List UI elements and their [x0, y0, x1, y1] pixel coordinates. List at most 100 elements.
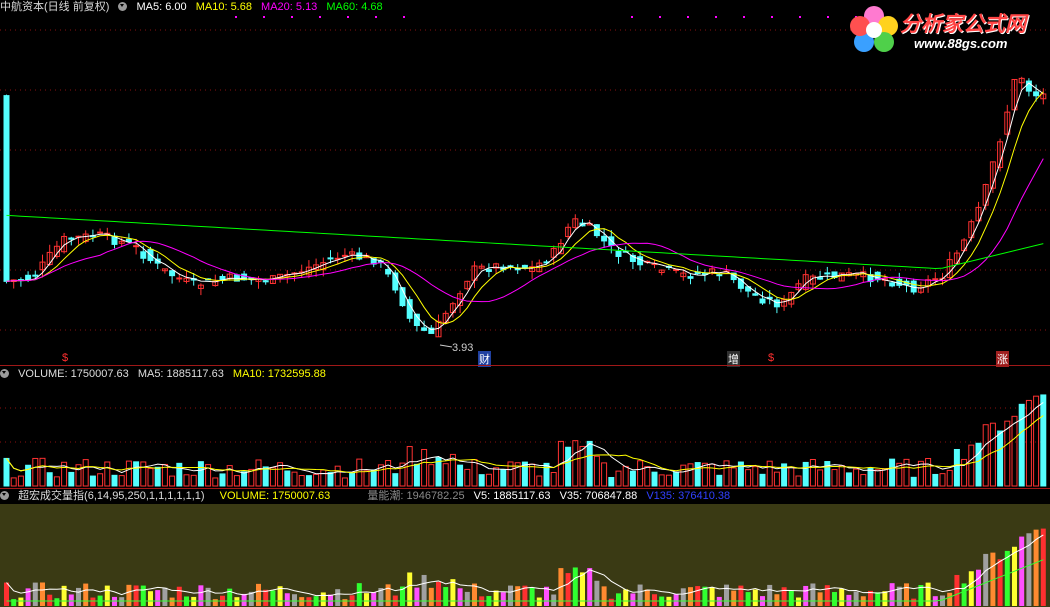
volume-bar: [838, 465, 845, 487]
volume-bar: [464, 468, 471, 487]
candle: [817, 277, 824, 280]
volume-bar: [997, 430, 1004, 487]
indicator-bar: [544, 586, 549, 606]
volume-bar: [1018, 403, 1025, 487]
volume-bar: [241, 471, 248, 487]
indicator-bar: [270, 590, 276, 606]
volume-bar: [989, 422, 996, 487]
indicator-bar: [169, 597, 175, 606]
indicator-bar: [133, 585, 139, 606]
volume-bar: [111, 474, 118, 487]
indicator-bar: [803, 585, 809, 606]
volume-bar: [701, 462, 708, 487]
volume-bar: [197, 461, 204, 487]
event-marker-1[interactable]: $: [62, 352, 68, 364]
candle: [140, 251, 147, 259]
logo-url[interactable]: www.88gs.com: [914, 36, 1007, 51]
indicator-bar: [904, 583, 909, 606]
candle: [889, 282, 896, 287]
indicator-bar: [292, 594, 297, 606]
candle: [169, 270, 176, 277]
volume-bar: [385, 460, 392, 487]
volume-bar: [889, 458, 896, 487]
indicator-bar: [443, 587, 449, 606]
volume-bar: [759, 473, 766, 487]
candle: [385, 268, 392, 275]
volume-bar: [860, 474, 867, 487]
volume-bar: [644, 466, 651, 487]
indicator-bar: [198, 585, 204, 606]
volume-bar: [953, 448, 960, 487]
candle: [262, 280, 269, 283]
volume-bar: [615, 470, 622, 487]
candle: [406, 299, 413, 319]
indicator-bar: [148, 591, 153, 606]
candle: [3, 95, 10, 282]
volume-bar: [269, 467, 276, 487]
volume-bar: [392, 473, 399, 487]
volume-bar: [39, 457, 46, 487]
volume-bar: [788, 466, 795, 487]
volume-bar: [53, 476, 60, 487]
indicator-bar: [637, 584, 643, 606]
candle: [1033, 91, 1040, 97]
volume-bar: [284, 470, 291, 487]
indicator-bar: [752, 589, 758, 606]
indicator-bar: [493, 590, 499, 606]
volume-bar: [413, 463, 420, 487]
indicator-bar: [688, 587, 693, 606]
indicator-bar: [1019, 536, 1025, 606]
volume-bar: [291, 471, 298, 487]
indicator-bar: [724, 584, 729, 606]
indicator-bar: [551, 594, 557, 606]
indicator-bar: [587, 568, 593, 606]
indicator-bar: [385, 584, 391, 606]
indicator-bar: [767, 584, 773, 606]
indicator-bar: [572, 567, 578, 606]
indicator-bar: [18, 597, 24, 606]
volume-bar: [550, 471, 557, 487]
volume-bar: [298, 475, 305, 487]
signal-dot: [743, 16, 745, 18]
indicator-bar: [882, 591, 888, 606]
indicator-chart[interactable]: [0, 489, 1050, 607]
volume-bar: [82, 459, 89, 487]
indicator-bar: [695, 586, 701, 606]
volume-bar: [831, 469, 838, 487]
volume-bar: [716, 474, 723, 487]
volume-bar: [629, 470, 636, 487]
volume-bar: [845, 472, 852, 487]
volume-bar: [932, 473, 939, 487]
event-marker-4[interactable]: $: [768, 352, 774, 364]
indicator-bar: [414, 587, 420, 606]
flower-logo-icon: [850, 6, 898, 52]
indicator-bar: [500, 592, 506, 606]
volume-bar: [89, 475, 96, 487]
volume-bar: [118, 475, 125, 487]
candle: [97, 231, 104, 234]
volume-bar: [363, 470, 370, 487]
indicator-bar: [997, 559, 1003, 606]
volume-bar: [421, 448, 428, 487]
signal-dot: [687, 16, 689, 18]
indicator-bar: [623, 589, 629, 606]
volume-bar: [637, 460, 644, 487]
indicator-bar: [299, 597, 305, 606]
volume-bar: [665, 474, 672, 487]
volume-bar: [349, 472, 356, 487]
volume-chart[interactable]: [0, 366, 1050, 488]
indicator-bar: [155, 590, 161, 606]
indicator-bar: [104, 585, 110, 606]
volume-bar: [46, 472, 53, 487]
volume-bar: [327, 472, 334, 487]
volume-bar: [212, 477, 219, 487]
volume-bar: [190, 474, 197, 487]
indicator-bar: [839, 588, 845, 606]
indicator-bar: [1004, 550, 1010, 606]
signal-dot: [291, 16, 293, 18]
volume-bar: [183, 474, 190, 487]
volume-bar: [723, 460, 730, 487]
volume-bar: [673, 471, 680, 487]
candle: [421, 327, 428, 331]
indicator-bar: [176, 586, 182, 606]
